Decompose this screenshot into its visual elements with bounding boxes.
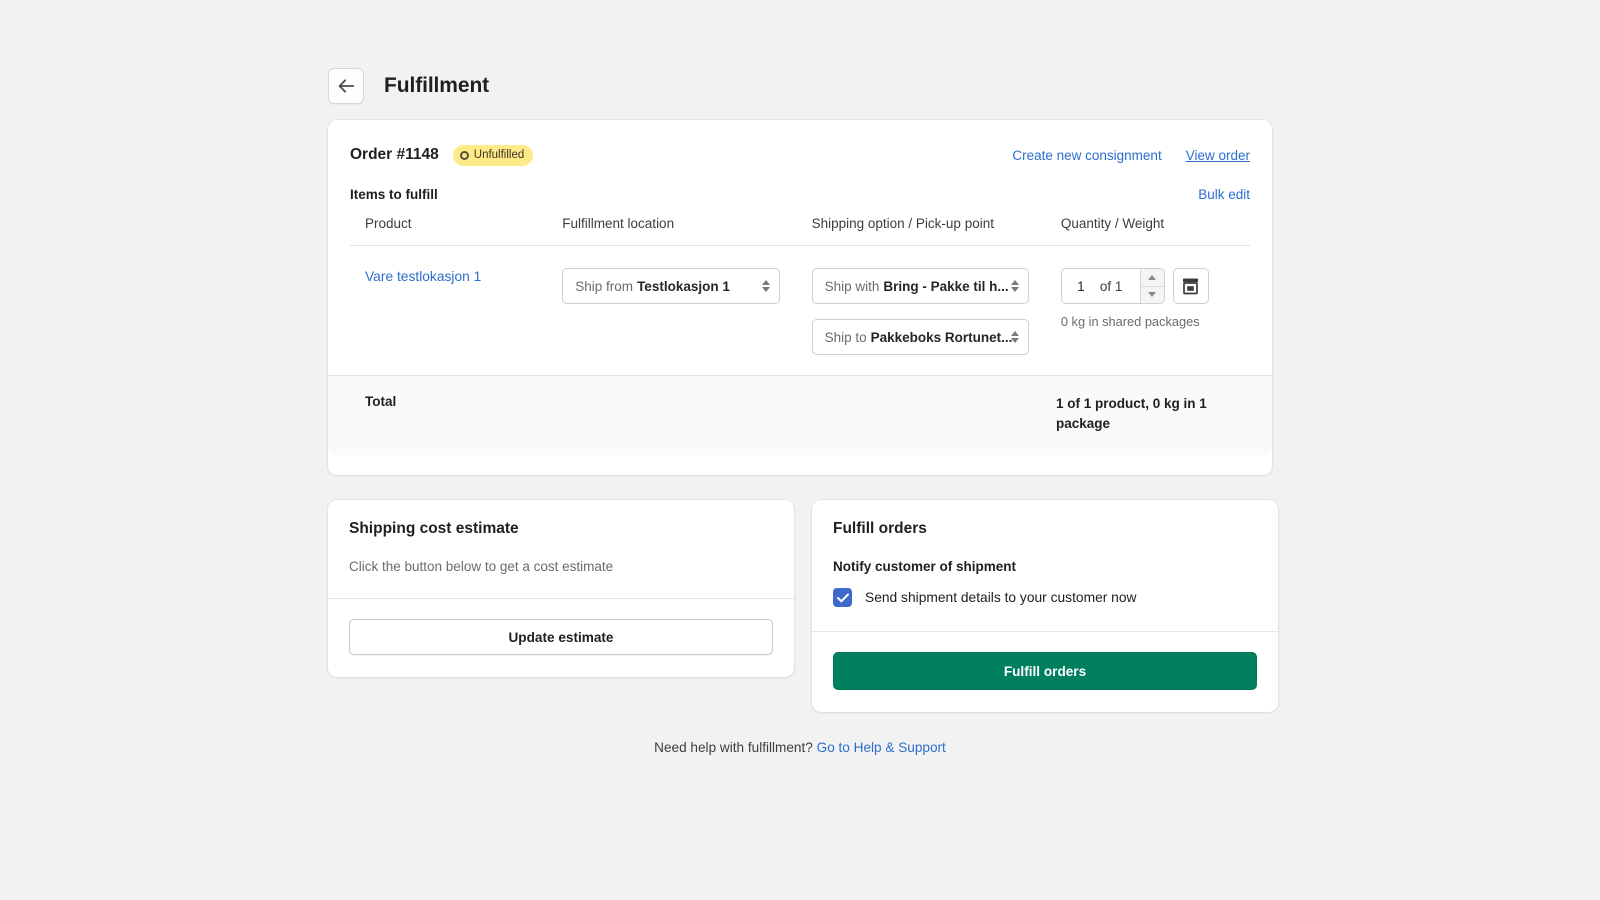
- shipping-option-prefix: Ship with: [824, 278, 880, 294]
- update-estimate-button[interactable]: Update estimate: [349, 619, 773, 655]
- column-header-quantity: Quantity / Weight: [1060, 216, 1250, 246]
- quantity-fields: of 1: [1062, 269, 1140, 303]
- status-badge: Unfulfilled: [452, 144, 534, 166]
- fulfill-card-footer: Fulfill orders: [812, 632, 1278, 712]
- total-value: 1 of 1 product, 0 kg in 1 package: [1056, 396, 1207, 432]
- cost-card-title: Shipping cost estimate: [349, 520, 519, 537]
- caret-down-icon: [1148, 292, 1157, 298]
- package-button[interactable]: [1172, 268, 1209, 304]
- fulfill-orders-button[interactable]: Fulfill orders: [833, 652, 1257, 690]
- fulfill-card-title: Fulfill orders: [833, 520, 927, 537]
- items-to-fulfill-title: Items to fulfill: [350, 187, 438, 202]
- pickup-point-select[interactable]: Ship to Pakkeboks Rortunet...: [811, 319, 1029, 355]
- shipping-option-select[interactable]: Ship with Bring - Pakke til h...: [811, 268, 1029, 304]
- order-summary-row: Order #1148 Unfulfilled Create new consi…: [350, 142, 1250, 168]
- package-box-icon: [1183, 278, 1199, 295]
- shipping-option-value: Bring - Pakke til h...: [883, 278, 1009, 294]
- table-header-row: Product Fulfillment location Shipping op…: [350, 216, 1250, 246]
- pickup-point-value: Pakkeboks Rortunet...: [870, 329, 1013, 345]
- order-header-links: Create new consignment View order: [1012, 148, 1250, 163]
- fulfillment-location-prefix: Ship from: [575, 278, 634, 294]
- column-header-shipping: Shipping option / Pick-up point: [811, 216, 1061, 246]
- items-to-fulfill-row: Items to fulfill Bulk edit: [350, 187, 1250, 202]
- column-header-product: Product: [350, 216, 563, 246]
- weight-note: 0 kg in shared packages: [1060, 314, 1200, 329]
- pickup-point-prefix: Ship to: [824, 329, 867, 345]
- shipping-cost-estimate-card: Shipping cost estimate Click the button …: [328, 500, 794, 677]
- create-new-consignment-link[interactable]: Create new consignment: [1012, 148, 1161, 163]
- quantity-input[interactable]: [1069, 278, 1092, 294]
- order-card: Order #1148 Unfulfilled Create new consi…: [328, 120, 1272, 475]
- check-icon: [836, 593, 849, 602]
- fulfillment-page: Fulfillment Order #1148 Unfulfilled Crea…: [0, 0, 1600, 900]
- quantity-increment-button[interactable]: [1140, 269, 1164, 287]
- items-table: Product Fulfillment location Shipping op…: [350, 216, 1250, 375]
- cost-card-footer: Update estimate: [328, 599, 794, 677]
- page-header: Fulfillment: [328, 68, 489, 104]
- cost-card-body: Shipping cost estimate Click the button …: [328, 500, 794, 598]
- fulfill-card-body: Fulfill orders Notify customer of shipme…: [812, 500, 1278, 631]
- fulfillment-location-select[interactable]: Ship from Testlokasjon 1: [562, 268, 781, 304]
- caret-up-icon: [1148, 274, 1157, 280]
- back-button[interactable]: [328, 68, 364, 104]
- fulfill-orders-card: Fulfill orders Notify customer of shipme…: [812, 500, 1278, 712]
- quantity-of-label: of 1: [1099, 278, 1123, 294]
- product-link[interactable]: Vare testlokasjon 1: [365, 269, 481, 284]
- cell-quantity: of 1: [1060, 246, 1250, 376]
- send-shipment-checkbox-row[interactable]: Send shipment details to your customer n…: [833, 588, 1257, 607]
- chevron-updown-icon: [1010, 280, 1019, 292]
- send-shipment-checkbox-label: Send shipment details to your customer n…: [865, 590, 1137, 605]
- fulfillment-location-value: Testlokasjon 1: [637, 278, 730, 294]
- chevron-updown-icon: [1010, 331, 1019, 343]
- quantity-arrows: [1139, 269, 1164, 303]
- cost-card-description: Click the button below to get a cost est…: [349, 559, 614, 574]
- notify-customer-label: Notify customer of shipment: [833, 559, 1017, 574]
- page-title: Fulfillment: [384, 74, 490, 97]
- total-row: Total 1 of 1 product, 0 kg in 1 package: [328, 375, 1272, 455]
- order-id: Order #1148: [350, 146, 439, 163]
- column-header-location: Fulfillment location: [562, 216, 812, 246]
- cell-product: Vare testlokasjon 1: [350, 246, 562, 376]
- send-shipment-checkbox[interactable]: [833, 588, 852, 607]
- cell-fulfillment-location: Ship from Testlokasjon 1: [562, 246, 811, 376]
- cell-shipping-option: Ship with Bring - Pakke til h... Ship to…: [811, 246, 1061, 376]
- bulk-edit-link[interactable]: Bulk edit: [1198, 187, 1250, 202]
- circle-outline-icon: [459, 150, 469, 160]
- quantity-controls: of 1: [1060, 268, 1250, 304]
- quantity-stepper[interactable]: of 1: [1060, 268, 1165, 304]
- arrow-left-icon: [338, 78, 354, 93]
- quantity-decrement-button[interactable]: [1140, 286, 1164, 303]
- page-footer: Need help with fulfillment? Go to Help &…: [0, 740, 1600, 755]
- table-row: Vare testlokasjon 1 Ship from Testlokasj…: [350, 246, 1250, 376]
- chevron-updown-icon: [762, 280, 771, 292]
- help-and-support-link[interactable]: Go to Help & Support: [817, 740, 946, 755]
- footer-text: Need help with fulfillment?: [654, 740, 813, 755]
- view-order-link[interactable]: View order: [1186, 148, 1250, 163]
- total-label: Total: [365, 394, 397, 409]
- status-badge-label: Unfulfilled: [473, 149, 525, 161]
